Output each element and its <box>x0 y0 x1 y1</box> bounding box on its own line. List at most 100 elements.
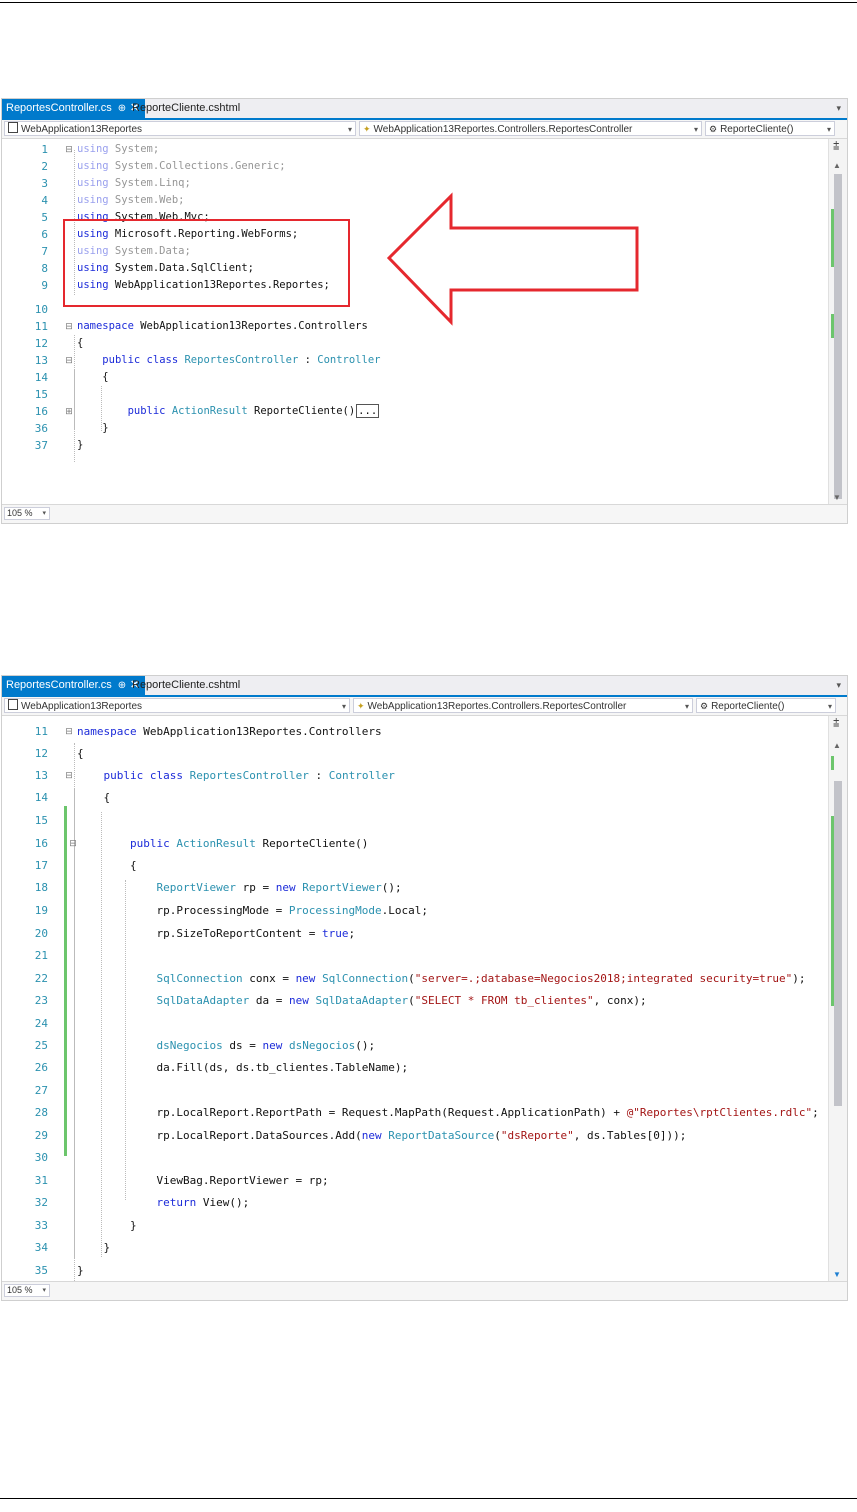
code-line: 37} <box>34 439 84 452</box>
zoom-dropdown[interactable]: 105 % ▾ <box>4 507 50 520</box>
member-name: ReporteCliente() <box>711 701 785 712</box>
highlight-rectangle <box>63 219 350 307</box>
scroll-up-icon[interactable]: ▲ <box>833 741 841 750</box>
code-line: 12{ <box>34 337 84 350</box>
code-line: 18 ReportViewer rp = new ReportViewer(); <box>34 881 402 894</box>
code-line: 1 using System; <box>41 143 160 156</box>
member-dropdown[interactable]: ⚙ ReporteCliente() ▾ <box>705 121 835 136</box>
vertical-scrollbar[interactable]: ⩲ ▲ ▼ <box>828 716 847 1281</box>
code-line: 35} <box>34 1264 84 1277</box>
tab-reportes-controller[interactable]: ReportesController.cs ⊕ ✕ <box>2 99 146 118</box>
scroll-down-icon[interactable]: ▼ <box>833 1270 841 1279</box>
code-line: 29 rp.LocalReport.DataSources.Add(new Re… <box>34 1129 687 1142</box>
code-line: 20 rp.SizeToReportContent = true; <box>34 927 356 940</box>
method-icon: ⚙ <box>709 124 718 134</box>
project-dropdown[interactable]: WebApplication13Reportes ▾ <box>4 698 350 713</box>
code-line: 27 <box>34 1084 48 1097</box>
dropdown-arrow-icon[interactable]: ▾ <box>836 676 841 695</box>
code-line: 3 using System.Linq; <box>41 177 191 190</box>
code-line: 26 da.Fill(ds, ds.tb_clientes.TableName)… <box>34 1061 409 1074</box>
change-marker <box>831 209 834 267</box>
dropdown-arrow-icon: ▾ <box>42 1287 46 1294</box>
code-line: 16 public ActionResult ReporteCliente() <box>34 837 369 850</box>
project-name: WebApplication13Reportes <box>21 124 143 135</box>
zoom-level: 105 % <box>7 1285 33 1295</box>
code-line: 33 } <box>34 1219 137 1232</box>
navigation-bar: WebApplication13Reportes ▾ ✦ WebApplicati… <box>2 120 847 139</box>
document-tab-bar: ReportesController.cs ⊕ ✕ ReporteCliente.c… <box>2 676 847 697</box>
code-line: 31 ViewBag.ReportViewer = rp; <box>34 1174 329 1187</box>
tab-reportes-controller[interactable]: ReportesController.cs ⊕ ✕ <box>2 676 146 695</box>
tab-label: ReportesController.cs <box>6 102 112 114</box>
code-line: 21 <box>34 949 48 962</box>
project-name: WebApplication13Reportes <box>21 701 143 712</box>
class-icon: ✦ <box>357 701 365 711</box>
split-icon[interactable]: ⩲ <box>833 717 839 730</box>
dropdown-arrow-icon: ▾ <box>684 702 689 711</box>
change-marker <box>831 816 834 1006</box>
code-line: 36 } <box>34 422 109 435</box>
code-line: 13 public class ReportesController : Con… <box>34 769 395 782</box>
editor-status-bar: 105 % ▾ <box>2 1281 847 1300</box>
dropdown-arrow-icon: ▾ <box>693 125 698 134</box>
class-dropdown[interactable]: ✦ WebApplication13Reportes.Controllers.Re… <box>353 698 693 713</box>
code-line: 14 { <box>34 371 109 384</box>
member-dropdown[interactable]: ⚙ ReporteCliente() ▾ <box>696 698 836 713</box>
dropdown-arrow-icon[interactable]: ▾ <box>836 99 841 118</box>
project-icon <box>8 699 18 710</box>
dropdown-arrow-icon: ▾ <box>826 125 831 134</box>
method-icon: ⚙ <box>700 701 709 711</box>
arrow-left-icon <box>386 192 639 326</box>
zoom-level: 105 % <box>7 508 33 518</box>
split-icon[interactable]: ⩲ <box>833 140 839 153</box>
code-line: 13 public class ReportesController : Con… <box>34 354 381 367</box>
navigation-bar: WebApplication13Reportes ▾ ✦ WebApplicati… <box>2 697 847 716</box>
tab-reporte-cliente[interactable]: ReporteCliente.cshtml <box>126 99 246 118</box>
scroll-down-icon[interactable]: ▼ <box>833 493 841 502</box>
code-line: 15 <box>34 814 48 827</box>
project-dropdown[interactable]: WebApplication13Reportes ▾ <box>4 121 356 136</box>
scroll-thumb[interactable] <box>834 781 842 1106</box>
page-top-rule <box>0 2 857 3</box>
scroll-up-icon[interactable]: ▲ <box>833 161 841 170</box>
member-name: ReporteCliente() <box>720 124 794 135</box>
dropdown-arrow-icon: ▾ <box>341 702 346 711</box>
tab-label: ReportesController.cs <box>6 679 112 691</box>
code-line: 23 SqlDataAdapter da = new SqlDataAdapte… <box>34 994 647 1007</box>
class-dropdown[interactable]: ✦ WebApplication13Reportes.Controllers.Re… <box>359 121 702 136</box>
tab-reporte-cliente[interactable]: ReporteCliente.cshtml <box>126 676 246 695</box>
tab-label: ReporteCliente.cshtml <box>132 102 241 114</box>
code-line: 24 <box>34 1017 48 1030</box>
code-line: 30 <box>34 1151 48 1164</box>
dropdown-arrow-icon: ▾ <box>827 702 832 711</box>
collapsed-region-marker[interactable]: ... <box>356 404 380 418</box>
page-bottom-rule <box>0 1498 857 1499</box>
code-line: 32 return View(); <box>34 1196 250 1209</box>
code-line: 34 } <box>34 1241 111 1254</box>
scroll-thumb[interactable] <box>834 174 842 499</box>
code-line: 14 { <box>34 791 111 804</box>
vertical-scrollbar[interactable]: ⩲ ▲ ▼ <box>828 139 847 504</box>
code-editor-2: ReportesController.cs ⊕ ✕ ReporteCliente.c… <box>1 675 848 1301</box>
code-line: 28 rp.LocalReport.ReportPath = Request.M… <box>34 1106 819 1119</box>
code-line: 12{ <box>34 747 84 760</box>
code-line: 22 SqlConnection conx = new SqlConnectio… <box>34 972 806 985</box>
class-name: WebApplication13Reportes.Controllers.Rep… <box>367 701 627 712</box>
change-marker <box>831 314 834 338</box>
code-line: 17 { <box>34 859 137 872</box>
document-tab-bar: ReportesController.cs ⊕ ✕ ReporteCliente.c… <box>2 99 847 120</box>
code-line: 19 rp.ProcessingMode = ProcessingMode.Lo… <box>34 904 428 917</box>
code-area[interactable]: ⊟ ⊟ ⊟ 11 namespace WebApplication13Report… <box>2 721 829 1283</box>
code-line: 16 public ActionResult ReporteCliente().… <box>34 404 380 418</box>
code-line: 2 using System.Collections.Generic; <box>41 160 286 173</box>
project-icon <box>8 122 18 133</box>
editor-status-bar: 105 % ▾ <box>2 504 847 523</box>
pin-icon[interactable]: ⊕ <box>118 103 126 114</box>
change-marker <box>831 756 834 770</box>
pin-icon[interactable]: ⊕ <box>118 680 126 691</box>
dropdown-arrow-icon: ▾ <box>347 125 352 134</box>
class-icon: ✦ <box>363 124 371 134</box>
zoom-dropdown[interactable]: 105 % ▾ <box>4 1284 50 1297</box>
class-name: WebApplication13Reportes.Controllers.Rep… <box>373 124 633 135</box>
dropdown-arrow-icon: ▾ <box>42 510 46 517</box>
